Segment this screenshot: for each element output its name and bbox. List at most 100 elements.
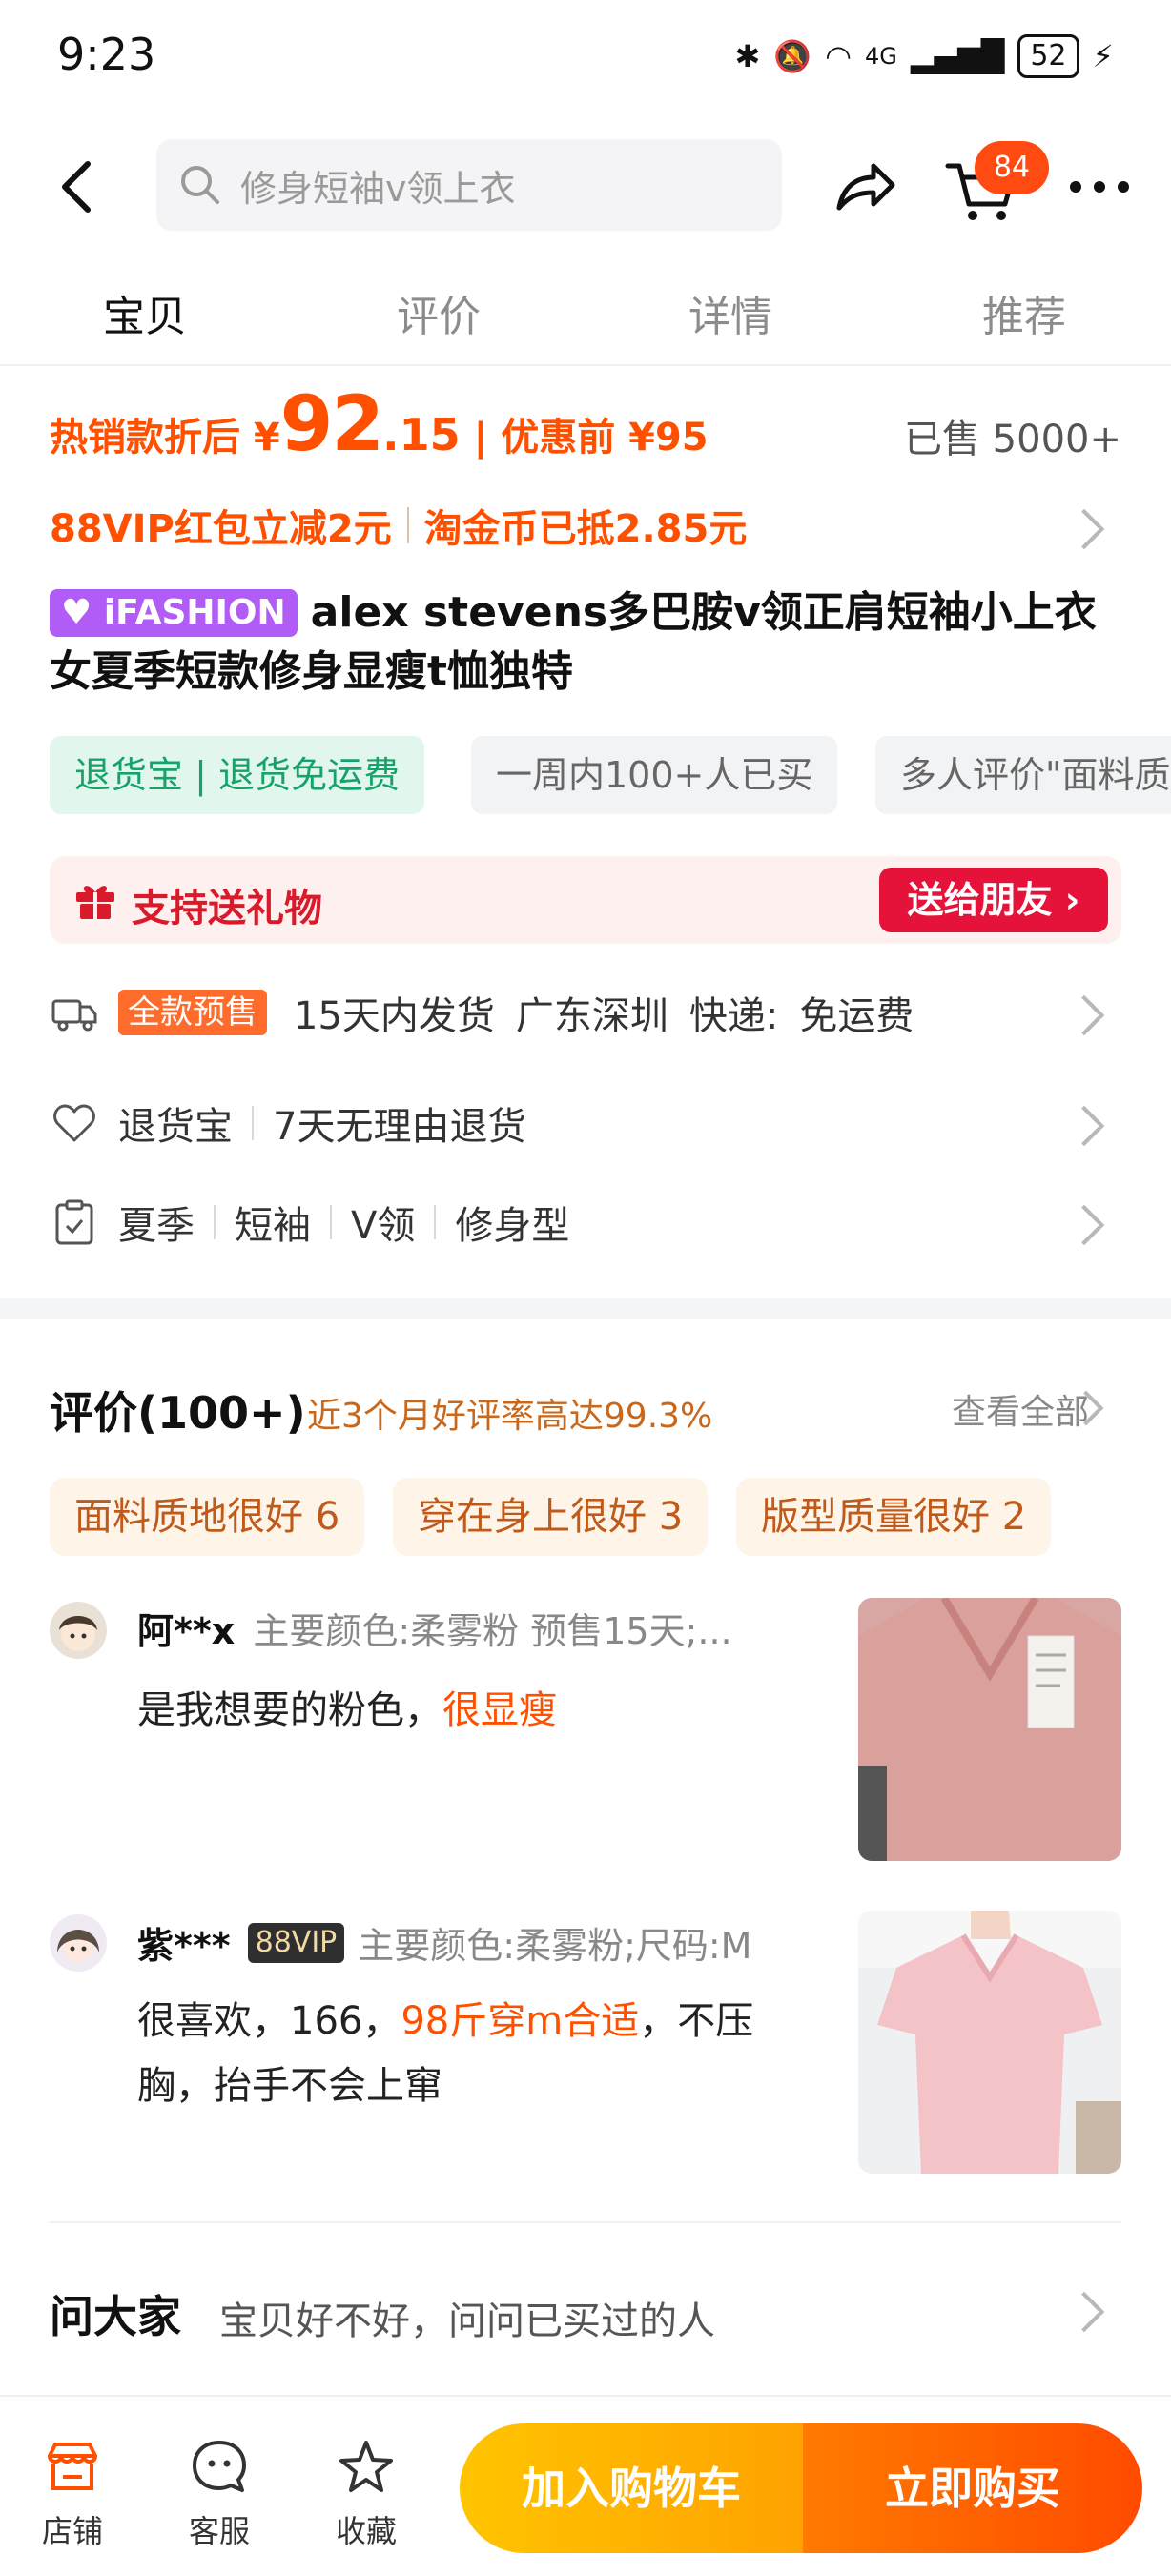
star-icon <box>339 2441 393 2492</box>
buy-now-button[interactable]: 立即购买 <box>803 2423 1142 2553</box>
price-separator: | <box>473 416 488 460</box>
returns-label: 退货宝 <box>118 1105 233 1149</box>
sold-count: 已售 5000+ <box>903 418 1121 461</box>
express-label: 快递: <box>688 994 779 1038</box>
status-icons: ✱ 🔕 ◠ 4G ▂▄▆█ 52 ⚡ <box>734 34 1114 78</box>
price-row: 热销款折后 ¥ 92 .15 | 优惠前 ¥95 <box>50 379 709 468</box>
section-separator <box>0 1298 1171 1319</box>
reviewer-avatar <box>50 1914 107 1972</box>
reviews-rating: 近3个月好评率高达99.3% <box>307 1397 713 1436</box>
price-integer: 92 <box>279 379 384 468</box>
returns-divider <box>252 1106 254 1140</box>
promo-chevron-icon[interactable] <box>1063 508 1105 550</box>
delivery-time: 15天内发货 <box>294 994 495 1038</box>
product-title-block: ♥ iFASHION alex stevens多巴胺v领正肩短袖小上衣女夏季短款修… <box>50 583 1127 702</box>
review-chip-fit[interactable]: 版型质量很好 2 <box>736 1478 1052 1556</box>
back-arrow-icon <box>62 161 91 213</box>
attr-season: 夏季 <box>118 1204 195 1248</box>
shop-icon <box>48 2443 97 2490</box>
attr-divider <box>330 1205 332 1239</box>
review-chip-wear[interactable]: 穿在身上很好 3 <box>393 1478 709 1556</box>
reviews-divider <box>50 2221 1121 2223</box>
review-sku: 主要颜色:柔雾粉 预售15天;... <box>253 1610 732 1652</box>
returns-policy: 7天无理由退货 <box>273 1105 526 1149</box>
tag-return-insurance[interactable]: 退货宝 | 退货免运费 <box>50 736 424 814</box>
review-text-plain: 很喜欢，166， <box>137 1999 401 2043</box>
attr-divider <box>434 1205 437 1239</box>
status-time: 9:23 <box>57 29 156 80</box>
attr-collar: V领 <box>351 1204 416 1248</box>
review-text-plain: 胸，抬手不会上窜 <box>137 2064 442 2108</box>
ship-origin: 广东深圳 <box>515 994 668 1038</box>
price-prefix: 热销款折后 ¥ <box>50 416 280 460</box>
review-chip-fabric[interactable]: 面料质地很好 6 <box>50 1478 365 1556</box>
send-gift-label: 送给朋友 <box>907 879 1053 921</box>
add-to-cart-button[interactable]: 加入购物车 <box>460 2423 803 2553</box>
bluetooth-icon: ✱ <box>734 38 761 74</box>
heart-icon <box>53 1104 95 1142</box>
search-placeholder: 修身短袖v领上衣 <box>240 167 516 210</box>
review-sku: 主要颜色:柔雾粉;尺码:M <box>358 1925 752 1967</box>
shipping-row[interactable]: 全款预售 15天内发货 广东深圳 快递: 免运费 <box>50 974 1127 1051</box>
battery-level: 52 <box>1017 34 1079 78</box>
favorite-button[interactable]: 收藏 <box>309 2437 423 2551</box>
ask-subtitle[interactable]: 宝贝好不好，问问已买过的人 <box>219 2290 715 2345</box>
coin-discount: 淘金币已抵2.85元 <box>423 507 748 551</box>
cart-count-badge: 84 <box>975 141 1049 194</box>
tag-bought-count[interactable]: 一周内100+人已买 <box>471 736 838 814</box>
shop-label: 店铺 <box>41 2513 103 2549</box>
ifashion-logo-icon: ♥ <box>61 593 104 632</box>
tab-reviews[interactable]: 评价 <box>343 282 534 343</box>
reviewer-name: 阿**x <box>137 1610 236 1652</box>
charging-icon: ⚡ <box>1092 38 1114 74</box>
signal-icon: ▂▄▆█ <box>910 38 1005 74</box>
attr-fit: 修身型 <box>455 1204 570 1248</box>
original-price: 优惠前 ¥95 <box>501 416 709 460</box>
clipboard-icon <box>55 1199 93 1245</box>
share-icon <box>836 163 895 211</box>
tabs-divider <box>0 364 1171 366</box>
tab-baobei[interactable]: 宝贝 <box>50 282 240 343</box>
review-text-plain: 是我想要的粉色， <box>137 1688 442 1732</box>
review-header: 阿**x 主要颜色:柔雾粉 预售15天;... <box>137 1602 795 1654</box>
search-bar[interactable]: 修身短袖v领上衣 <box>156 139 782 231</box>
network-label: 4G <box>865 43 897 70</box>
truck-icon <box>51 999 97 1032</box>
share-button[interactable] <box>830 153 900 223</box>
customer-service-icon <box>193 2441 246 2492</box>
attr-sleeve: 短袖 <box>235 1204 311 1248</box>
send-gift-button[interactable]: 送给朋友 › <box>879 868 1108 932</box>
gift-icon <box>76 886 114 919</box>
tab-recommend[interactable]: 推荐 <box>929 282 1120 343</box>
price-decimal: .15 <box>382 409 461 460</box>
review-photo[interactable] <box>858 1598 1121 1861</box>
shop-button[interactable]: 店铺 <box>15 2437 130 2551</box>
presale-badge: 全款预售 <box>118 990 267 1035</box>
search-icon <box>181 166 219 204</box>
mute-icon: 🔕 <box>773 38 812 74</box>
ask-chevron-icon[interactable] <box>1063 2291 1105 2333</box>
returns-row[interactable]: 退货宝 7天无理由退货 <box>50 1085 1127 1161</box>
attributes-row[interactable]: 夏季 短袖 V领 修身型 <box>50 1184 1127 1260</box>
ifashion-badge: ♥ iFASHION <box>50 589 298 637</box>
promo-divider <box>406 507 409 543</box>
review-text-plain: ，不压 <box>639 1999 754 2043</box>
review-photo[interactable] <box>858 1911 1121 2174</box>
more-icon <box>1070 181 1129 193</box>
ask-title[interactable]: 问大家 <box>50 2282 181 2345</box>
tab-details[interactable]: 详情 <box>635 282 826 343</box>
view-all-reviews-link[interactable]: 查看全部 <box>952 1384 1089 1434</box>
review-text: 是我想要的粉色，很显瘦 <box>137 1678 805 1743</box>
vip-badge: 88VIP <box>247 1922 345 1963</box>
gift-label: 支持送礼物 <box>132 887 322 930</box>
shipping-fee: 免运费 <box>799 994 914 1038</box>
review-header: 紫*** 88VIP 主要颜色:柔雾粉;尺码:M <box>137 1916 805 1969</box>
promo-row[interactable]: 88VIP红包立减2元 淘金币已抵2.85元 <box>50 498 747 553</box>
favorite-label: 收藏 <box>335 2513 397 2549</box>
tag-review-summary[interactable]: 多人评价"面料质 <box>875 736 1171 814</box>
service-button[interactable]: 客服 <box>162 2437 277 2551</box>
reviewer-avatar <box>50 1602 107 1659</box>
more-button[interactable] <box>1066 170 1133 204</box>
vip-discount: 88VIP红包立减2元 <box>50 507 392 551</box>
back-button[interactable] <box>50 153 107 221</box>
